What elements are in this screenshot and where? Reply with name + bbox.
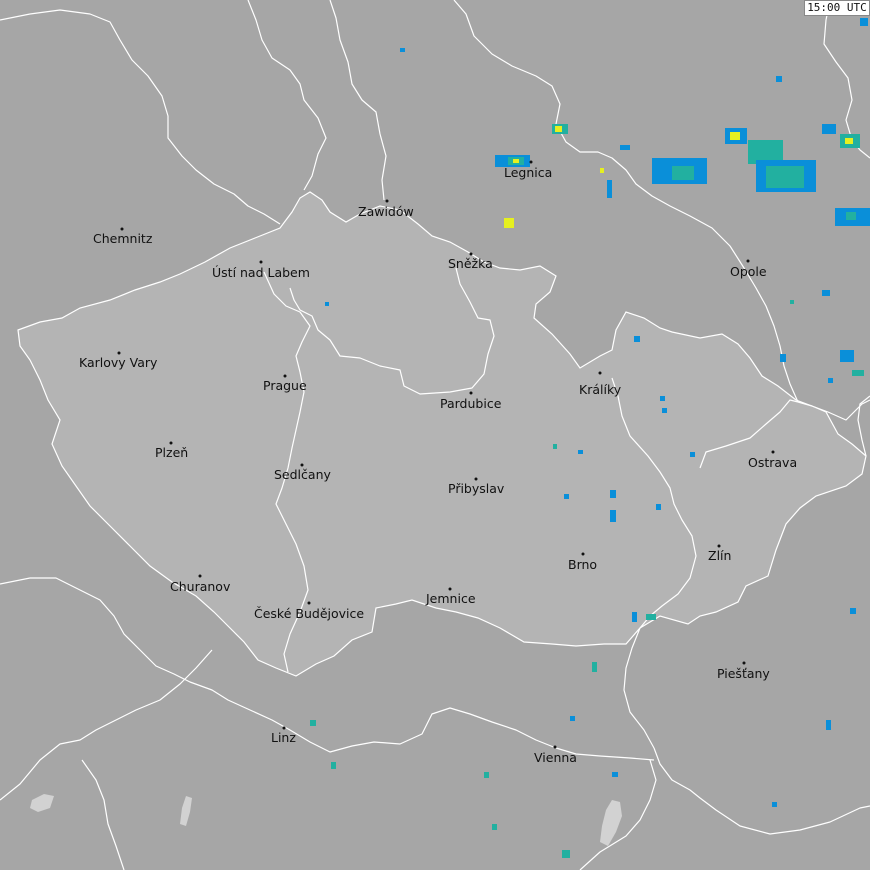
city-label-legnica: Legnica [504,165,552,180]
city-label-jemnice: Jemnice [425,591,476,606]
city-label-prague: Prague [263,378,307,393]
city-label-brno: Brno [568,557,597,572]
city-label-kraliky: Králíky [579,382,622,397]
time-label: 15:00 UTC [804,0,870,16]
city-label-pribyslav: Přibyslav [448,481,505,496]
city-label-pardubice: Pardubice [440,396,502,411]
city-label-churanov: Churanov [170,579,231,594]
city-label-linz: Linz [271,730,296,745]
city-label-opole: Opole [730,264,767,279]
city-label-ostrava: Ostrava [748,455,797,470]
city-label-plzen: Plzeň [155,445,188,460]
city-label-ceske-budejovice: České Budějovice [254,606,364,621]
city-label-vienna: Vienna [534,750,577,765]
city-label-sedlcany: Sedlčany [274,467,331,482]
city-label-chemnitz: Chemnitz [93,231,153,246]
city-label-snezka: Sněžka [448,256,493,271]
city-label-zawidow: Zawidów [358,204,414,219]
city-label-piestany: Piešťany [717,666,770,681]
city-label-zlin: Zlín [708,548,731,563]
city-label-usti: Ústí nad Labem [212,265,310,280]
radar-map[interactable]: Chemnitz Ústí nad Labem Zawidów Legnica … [0,0,870,870]
city-label-karlovy-vary: Karlovy Vary [79,355,158,370]
